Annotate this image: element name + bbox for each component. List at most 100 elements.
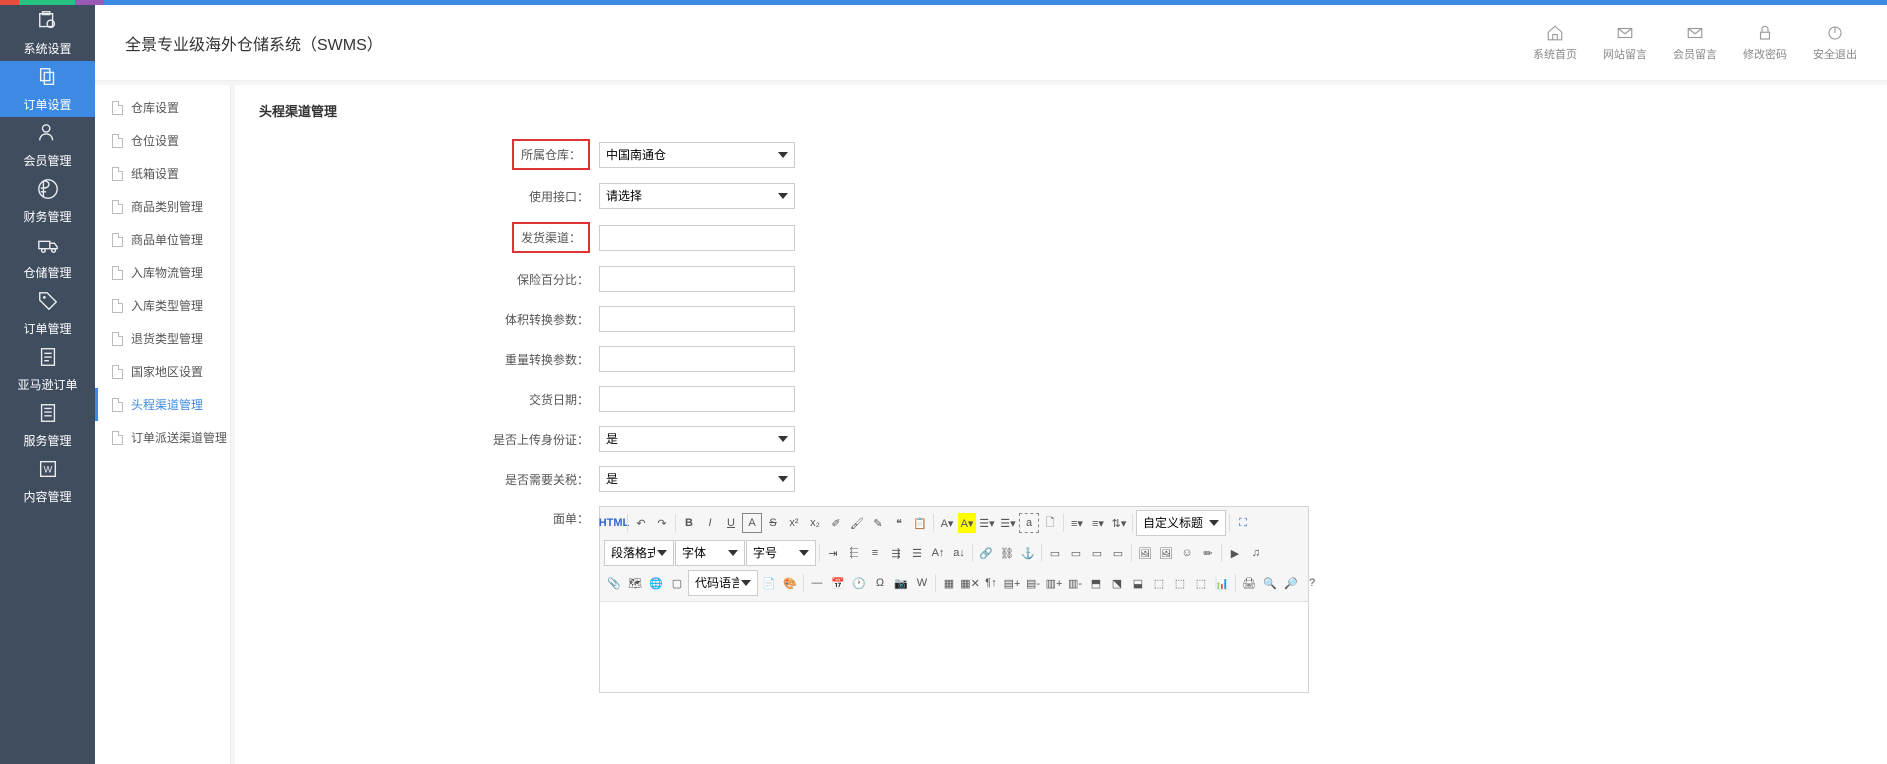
template-icon[interactable]: 📄 bbox=[759, 573, 779, 593]
insert-ul-icon[interactable]: ☰▾ bbox=[998, 513, 1018, 533]
insertparagraphbefore-icon[interactable]: ¶↑ bbox=[981, 573, 1001, 593]
img-none-icon[interactable]: ▭ bbox=[1108, 543, 1128, 563]
submenu-inbound-type[interactable]: 入库类型管理 bbox=[95, 289, 230, 322]
submenu-carton[interactable]: 纸箱设置 bbox=[95, 157, 230, 190]
sidebar-item-members[interactable]: 会员管理 bbox=[0, 117, 95, 173]
insert-ol-icon[interactable]: ☰▾ bbox=[977, 513, 997, 533]
editor-btn-html[interactable]: HTML bbox=[604, 513, 624, 533]
select-size[interactable]: 字号 bbox=[746, 540, 816, 566]
lineheight-icon[interactable]: ⇅▾ bbox=[1109, 513, 1129, 533]
select-warehouse[interactable]: 中国南通仓 bbox=[599, 142, 795, 168]
insertvideo-icon[interactable]: ▶ bbox=[1225, 543, 1245, 563]
gmap-icon[interactable]: 🌐 bbox=[646, 573, 666, 593]
submenu-location[interactable]: 仓位设置 bbox=[95, 124, 230, 157]
input-insurance[interactable] bbox=[599, 266, 795, 292]
preview-icon[interactable]: 🔍 bbox=[1260, 573, 1280, 593]
select-idcard[interactable]: 是 bbox=[599, 426, 795, 452]
insertframe-icon[interactable]: ▢ bbox=[667, 573, 687, 593]
forecolor-icon[interactable]: A▾ bbox=[937, 513, 957, 533]
map-icon[interactable]: 🗺 bbox=[625, 573, 645, 593]
indent-icon[interactable]: ⇥ bbox=[823, 543, 843, 563]
submenu-unit[interactable]: 商品单位管理 bbox=[95, 223, 230, 256]
tolowercase-icon[interactable]: a↓ bbox=[949, 543, 969, 563]
select-codelang[interactable]: 代码语言 bbox=[688, 570, 758, 596]
simpleupload-icon[interactable]: 🖼 bbox=[1135, 543, 1155, 563]
eraser-icon[interactable]: ✐ bbox=[826, 513, 846, 533]
input-channel[interactable] bbox=[599, 225, 795, 251]
time-icon[interactable]: 🕐 bbox=[849, 573, 869, 593]
redo-icon[interactable]: ↷ bbox=[652, 513, 672, 533]
music-icon[interactable]: ♫ bbox=[1246, 543, 1266, 563]
sidebar-item-amazon[interactable]: 亚马逊订单 bbox=[0, 341, 95, 397]
submenu-delivery-channel[interactable]: 订单派送渠道管理 bbox=[95, 421, 230, 454]
sidebar-item-content[interactable]: W 内容管理 bbox=[0, 453, 95, 509]
sidebar-item-order-settings[interactable]: 订单设置 bbox=[0, 61, 95, 117]
deletetable-icon[interactable]: ▦✕ bbox=[960, 573, 980, 593]
background-icon[interactable]: 🎨 bbox=[780, 573, 800, 593]
format-brush-icon[interactable]: 🖌 bbox=[847, 513, 867, 533]
bold-icon[interactable]: B bbox=[679, 513, 699, 533]
sidebar-item-system[interactable]: 系统设置 bbox=[0, 5, 95, 61]
search-icon[interactable]: 🔎 bbox=[1281, 573, 1301, 593]
align-justify-icon[interactable]: ☰ bbox=[907, 543, 927, 563]
strike-icon[interactable]: S bbox=[763, 513, 783, 533]
selectall-icon[interactable]: a bbox=[1019, 513, 1039, 533]
autotype-icon[interactable]: ✎ bbox=[868, 513, 888, 533]
sidebar-item-orders[interactable]: 订单管理 bbox=[0, 285, 95, 341]
align-left-icon[interactable]: ⬱ bbox=[844, 543, 864, 563]
anchor-icon[interactable]: ⚓ bbox=[1018, 543, 1038, 563]
header-link-password[interactable]: 修改密码 bbox=[1743, 23, 1787, 62]
italic-icon[interactable]: I bbox=[700, 513, 720, 533]
submenu-category[interactable]: 商品类别管理 bbox=[95, 190, 230, 223]
header-link-site-msg[interactable]: 网站留言 bbox=[1603, 23, 1647, 62]
sidebar-item-service[interactable]: 服务管理 bbox=[0, 397, 95, 453]
mergedown-icon[interactable]: ⬓ bbox=[1128, 573, 1148, 593]
rowspacetop-icon[interactable]: ≡▾ bbox=[1067, 513, 1087, 533]
sidebar-item-finance[interactable]: 财务管理 bbox=[0, 173, 95, 229]
header-link-home[interactable]: 系统首页 bbox=[1533, 23, 1577, 62]
unlink-icon[interactable]: ⛓ bbox=[997, 543, 1017, 563]
header-link-logout[interactable]: 安全退出 bbox=[1813, 23, 1857, 62]
header-link-member-msg[interactable]: 会员留言 bbox=[1673, 23, 1717, 62]
submenu-inbound-logistics[interactable]: 入库物流管理 bbox=[95, 256, 230, 289]
fontborder-icon[interactable]: A bbox=[742, 513, 762, 533]
inserttable-icon[interactable]: ▦ bbox=[939, 573, 959, 593]
help-icon[interactable]: ? bbox=[1302, 573, 1322, 593]
img-left-icon[interactable]: ▭ bbox=[1045, 543, 1065, 563]
snapscreen-icon[interactable]: 📷 bbox=[891, 573, 911, 593]
attachment-icon[interactable]: 📎 bbox=[604, 573, 624, 593]
align-center-icon[interactable]: ≡ bbox=[865, 543, 885, 563]
select-font[interactable]: 字体 bbox=[675, 540, 745, 566]
fullscreen-icon[interactable]: ⛶ bbox=[1233, 513, 1253, 533]
splitcells-icon[interactable]: ⬚ bbox=[1149, 573, 1169, 593]
mergecells-icon[interactable]: ⬒ bbox=[1086, 573, 1106, 593]
submenu-warehouse[interactable]: 仓库设置 bbox=[95, 91, 230, 124]
emoticon-icon[interactable]: ☺ bbox=[1177, 543, 1197, 563]
submenu-return-type[interactable]: 退货类型管理 bbox=[95, 322, 230, 355]
align-right-icon[interactable]: ⇶ bbox=[886, 543, 906, 563]
date-icon[interactable]: 📅 bbox=[828, 573, 848, 593]
select-paragraph[interactable]: 段落格式 bbox=[604, 540, 674, 566]
undo-icon[interactable]: ↶ bbox=[631, 513, 651, 533]
splitrows-icon[interactable]: ⬚ bbox=[1170, 573, 1190, 593]
splitcols-icon[interactable]: ⬚ bbox=[1191, 573, 1211, 593]
insertimage-icon[interactable]: 🖼 bbox=[1156, 543, 1176, 563]
insertrow-icon[interactable]: ▤+ bbox=[1002, 573, 1022, 593]
submenu-region[interactable]: 国家地区设置 bbox=[95, 355, 230, 388]
deleterow-icon[interactable]: ▤- bbox=[1023, 573, 1043, 593]
submenu-firstleg-channel[interactable]: 头程渠道管理 bbox=[95, 388, 230, 421]
subscript-icon[interactable]: x₂ bbox=[805, 513, 825, 533]
pasteplain-icon[interactable]: 📋 bbox=[910, 513, 930, 533]
select-heading[interactable]: 自定义标题 bbox=[1136, 510, 1226, 536]
charts-icon[interactable]: 📊 bbox=[1212, 573, 1232, 593]
blockquote-icon[interactable]: ❝ bbox=[889, 513, 909, 533]
wordimage-icon[interactable]: W bbox=[912, 573, 932, 593]
mergeright-icon[interactable]: ⬔ bbox=[1107, 573, 1127, 593]
hr-icon[interactable]: — bbox=[807, 573, 827, 593]
scrawl-icon[interactable]: ✏ bbox=[1198, 543, 1218, 563]
editor-textarea[interactable] bbox=[600, 602, 1308, 692]
cleardoc-icon[interactable]: 🗋 bbox=[1040, 513, 1060, 533]
rowspacebottom-icon[interactable]: ≡▾ bbox=[1088, 513, 1108, 533]
spechars-icon[interactable]: Ω bbox=[870, 573, 890, 593]
input-weight[interactable] bbox=[599, 346, 795, 372]
